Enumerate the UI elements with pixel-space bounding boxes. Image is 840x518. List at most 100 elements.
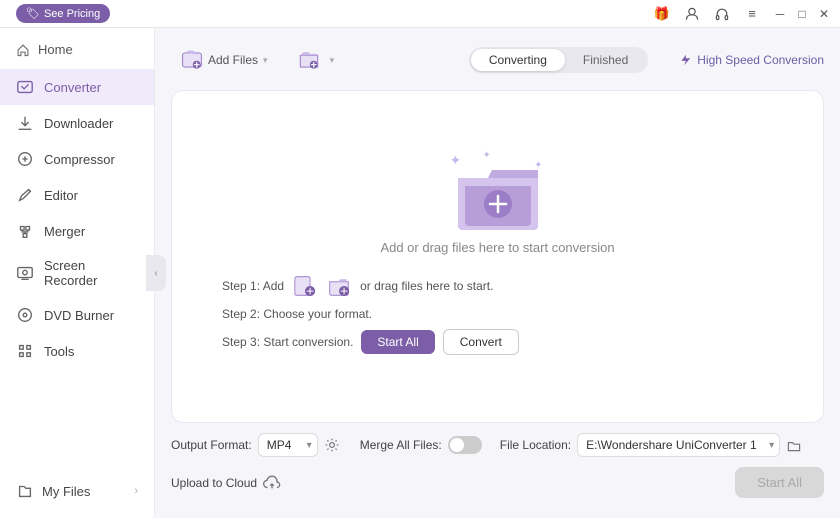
step-2-text: Step 2: Choose your format. bbox=[222, 307, 372, 321]
sidebar-item-merger[interactable]: Merger bbox=[0, 213, 154, 249]
step-3-row: Step 3: Start conversion. Start All Conv… bbox=[222, 329, 773, 355]
pricing-button[interactable]: 🏷 See Pricing bbox=[16, 4, 110, 23]
add-files-label: Add Files bbox=[208, 53, 258, 67]
my-files-chevron: › bbox=[134, 485, 138, 497]
titlebar-icons: 🎁 ≡ bbox=[652, 4, 762, 24]
start-all-main-button[interactable]: Start All bbox=[735, 467, 824, 498]
user-icon[interactable] bbox=[682, 4, 702, 24]
editor-icon bbox=[16, 186, 34, 204]
output-format-select-wrap: MP4 MKV AVI MOV bbox=[258, 433, 318, 457]
step-1-prefix: Step 1: Add bbox=[222, 279, 284, 293]
merge-all-field: Merge All Files: bbox=[360, 436, 482, 454]
folder-svg bbox=[453, 158, 543, 230]
sidebar-item-compressor[interactable]: Compressor bbox=[0, 141, 154, 177]
folder-illustration: ✦ ✦ ✦ bbox=[448, 150, 548, 230]
sidebar-label-converter: Converter bbox=[44, 80, 101, 95]
upload-cloud-label: Upload to Cloud bbox=[171, 476, 257, 490]
sidebar-item-tools[interactable]: Tools bbox=[0, 333, 154, 369]
browse-folder-button[interactable] bbox=[786, 437, 802, 453]
tools-icon bbox=[16, 342, 34, 360]
dvd-burner-icon bbox=[16, 306, 34, 324]
file-location-field: File Location: E:\Wondershare UniConvert… bbox=[500, 433, 802, 457]
pricing-label: See Pricing bbox=[44, 8, 100, 20]
gift-icon[interactable]: 🎁 bbox=[652, 4, 672, 24]
sidebar-label-editor: Editor bbox=[44, 188, 78, 203]
merge-toggle-switch[interactable] bbox=[448, 436, 482, 454]
add-folder-button[interactable]: ▾ bbox=[288, 44, 345, 76]
sidebar-collapse-button[interactable]: ‹ bbox=[146, 255, 166, 291]
sidebar-item-downloader[interactable]: Downloader bbox=[0, 105, 154, 141]
step-2-row: Step 2: Choose your format. bbox=[222, 307, 773, 321]
bottom-bar: Output Format: MP4 MKV AVI MOV bbox=[171, 423, 824, 502]
home-icon bbox=[16, 43, 30, 57]
toolbar: Add Files ▾ ▾ Converting Finished bbox=[171, 44, 824, 76]
add-folder-mini-icon[interactable] bbox=[326, 273, 352, 299]
sidebar-label-compressor: Compressor bbox=[44, 152, 115, 167]
start-all-button[interactable]: Start All bbox=[361, 330, 434, 354]
drop-area[interactable]: ✦ ✦ ✦ Add or drag files here to start co… bbox=[171, 90, 824, 423]
sidebar-item-editor[interactable]: Editor bbox=[0, 177, 154, 213]
window-controls: ─ □ ✕ bbox=[772, 6, 832, 22]
step-1-row: Step 1: Add bbox=[222, 273, 773, 299]
maximize-button[interactable]: □ bbox=[794, 6, 810, 22]
home-label: Home bbox=[38, 42, 73, 57]
step-3-prefix: Step 3: Start conversion. bbox=[222, 335, 353, 349]
main-content: Add Files ▾ ▾ Converting Finished bbox=[155, 28, 840, 518]
lightning-icon bbox=[678, 53, 692, 67]
step-1-suffix: or drag files here to start. bbox=[360, 279, 493, 293]
add-files-chevron: ▾ bbox=[263, 55, 268, 66]
file-location-select-wrap: E:\Wondershare UniConverter 1 bbox=[577, 433, 780, 457]
sidebar: Home Converter Downloader Compressor bbox=[0, 28, 155, 518]
add-file-mini-icon[interactable] bbox=[292, 273, 318, 299]
steps-area: Step 1: Add bbox=[192, 273, 803, 363]
convert-button[interactable]: Convert bbox=[443, 329, 519, 355]
sidebar-label-screen-recorder: Screen Recorder bbox=[44, 258, 138, 288]
pricing-icon: 🏷 bbox=[26, 7, 40, 20]
sidebar-label-tools: Tools bbox=[44, 344, 74, 359]
sidebar-item-home[interactable]: Home bbox=[0, 36, 154, 69]
output-format-select[interactable]: MP4 MKV AVI MOV bbox=[258, 433, 318, 457]
minimize-button[interactable]: ─ bbox=[772, 6, 788, 22]
output-format-label: Output Format: bbox=[171, 438, 252, 452]
compressor-icon bbox=[16, 150, 34, 168]
tab-converting[interactable]: Converting bbox=[471, 49, 565, 71]
sidebar-item-dvd-burner[interactable]: DVD Burner bbox=[0, 297, 154, 333]
merge-all-label: Merge All Files: bbox=[360, 438, 442, 452]
add-files-button[interactable]: Add Files ▾ bbox=[171, 44, 278, 76]
downloader-icon bbox=[16, 114, 34, 132]
high-speed-label: High Speed Conversion bbox=[678, 53, 824, 67]
sidebar-item-my-files[interactable]: My Files › bbox=[0, 472, 154, 510]
cloud-upload-icon bbox=[263, 474, 281, 492]
upload-cloud-button[interactable] bbox=[263, 474, 281, 492]
sidebar-label-merger: Merger bbox=[44, 224, 85, 239]
close-button[interactable]: ✕ bbox=[816, 6, 832, 22]
titlebar: 🏷 See Pricing 🎁 ≡ ─ □ ✕ bbox=[0, 0, 840, 28]
sidebar-item-converter[interactable]: Converter bbox=[0, 69, 154, 105]
settings-icon bbox=[324, 437, 340, 453]
add-folder-icon bbox=[298, 49, 320, 71]
drop-instruction: Add or drag files here to start conversi… bbox=[380, 240, 614, 255]
sidebar-item-screen-recorder[interactable]: Screen Recorder bbox=[0, 249, 154, 297]
format-settings-button[interactable] bbox=[324, 437, 340, 453]
mini-add-folder-icon bbox=[328, 275, 350, 297]
folder-open-icon bbox=[786, 437, 802, 453]
screen-recorder-icon bbox=[16, 264, 34, 282]
sidebar-label-downloader: Downloader bbox=[44, 116, 113, 131]
add-files-icon bbox=[181, 49, 203, 71]
headset-icon[interactable] bbox=[712, 4, 732, 24]
add-folder-chevron: ▾ bbox=[330, 55, 335, 66]
my-files-label: My Files bbox=[42, 484, 90, 499]
app-body: Home Converter Downloader Compressor bbox=[0, 28, 840, 518]
output-format-field: Output Format: MP4 MKV AVI MOV bbox=[171, 433, 340, 457]
merger-icon bbox=[16, 222, 34, 240]
tab-group: Converting Finished bbox=[469, 47, 648, 73]
menu-icon[interactable]: ≡ bbox=[742, 4, 762, 24]
file-location-label: File Location: bbox=[500, 438, 571, 452]
sidebar-label-dvd-burner: DVD Burner bbox=[44, 308, 114, 323]
my-files-icon bbox=[16, 482, 34, 500]
file-location-select[interactable]: E:\Wondershare UniConverter 1 bbox=[577, 433, 780, 457]
tab-finished[interactable]: Finished bbox=[565, 49, 646, 71]
upload-cloud-field: Upload to Cloud bbox=[171, 474, 281, 492]
mini-add-file-icon bbox=[294, 275, 316, 297]
converter-icon bbox=[16, 78, 34, 96]
